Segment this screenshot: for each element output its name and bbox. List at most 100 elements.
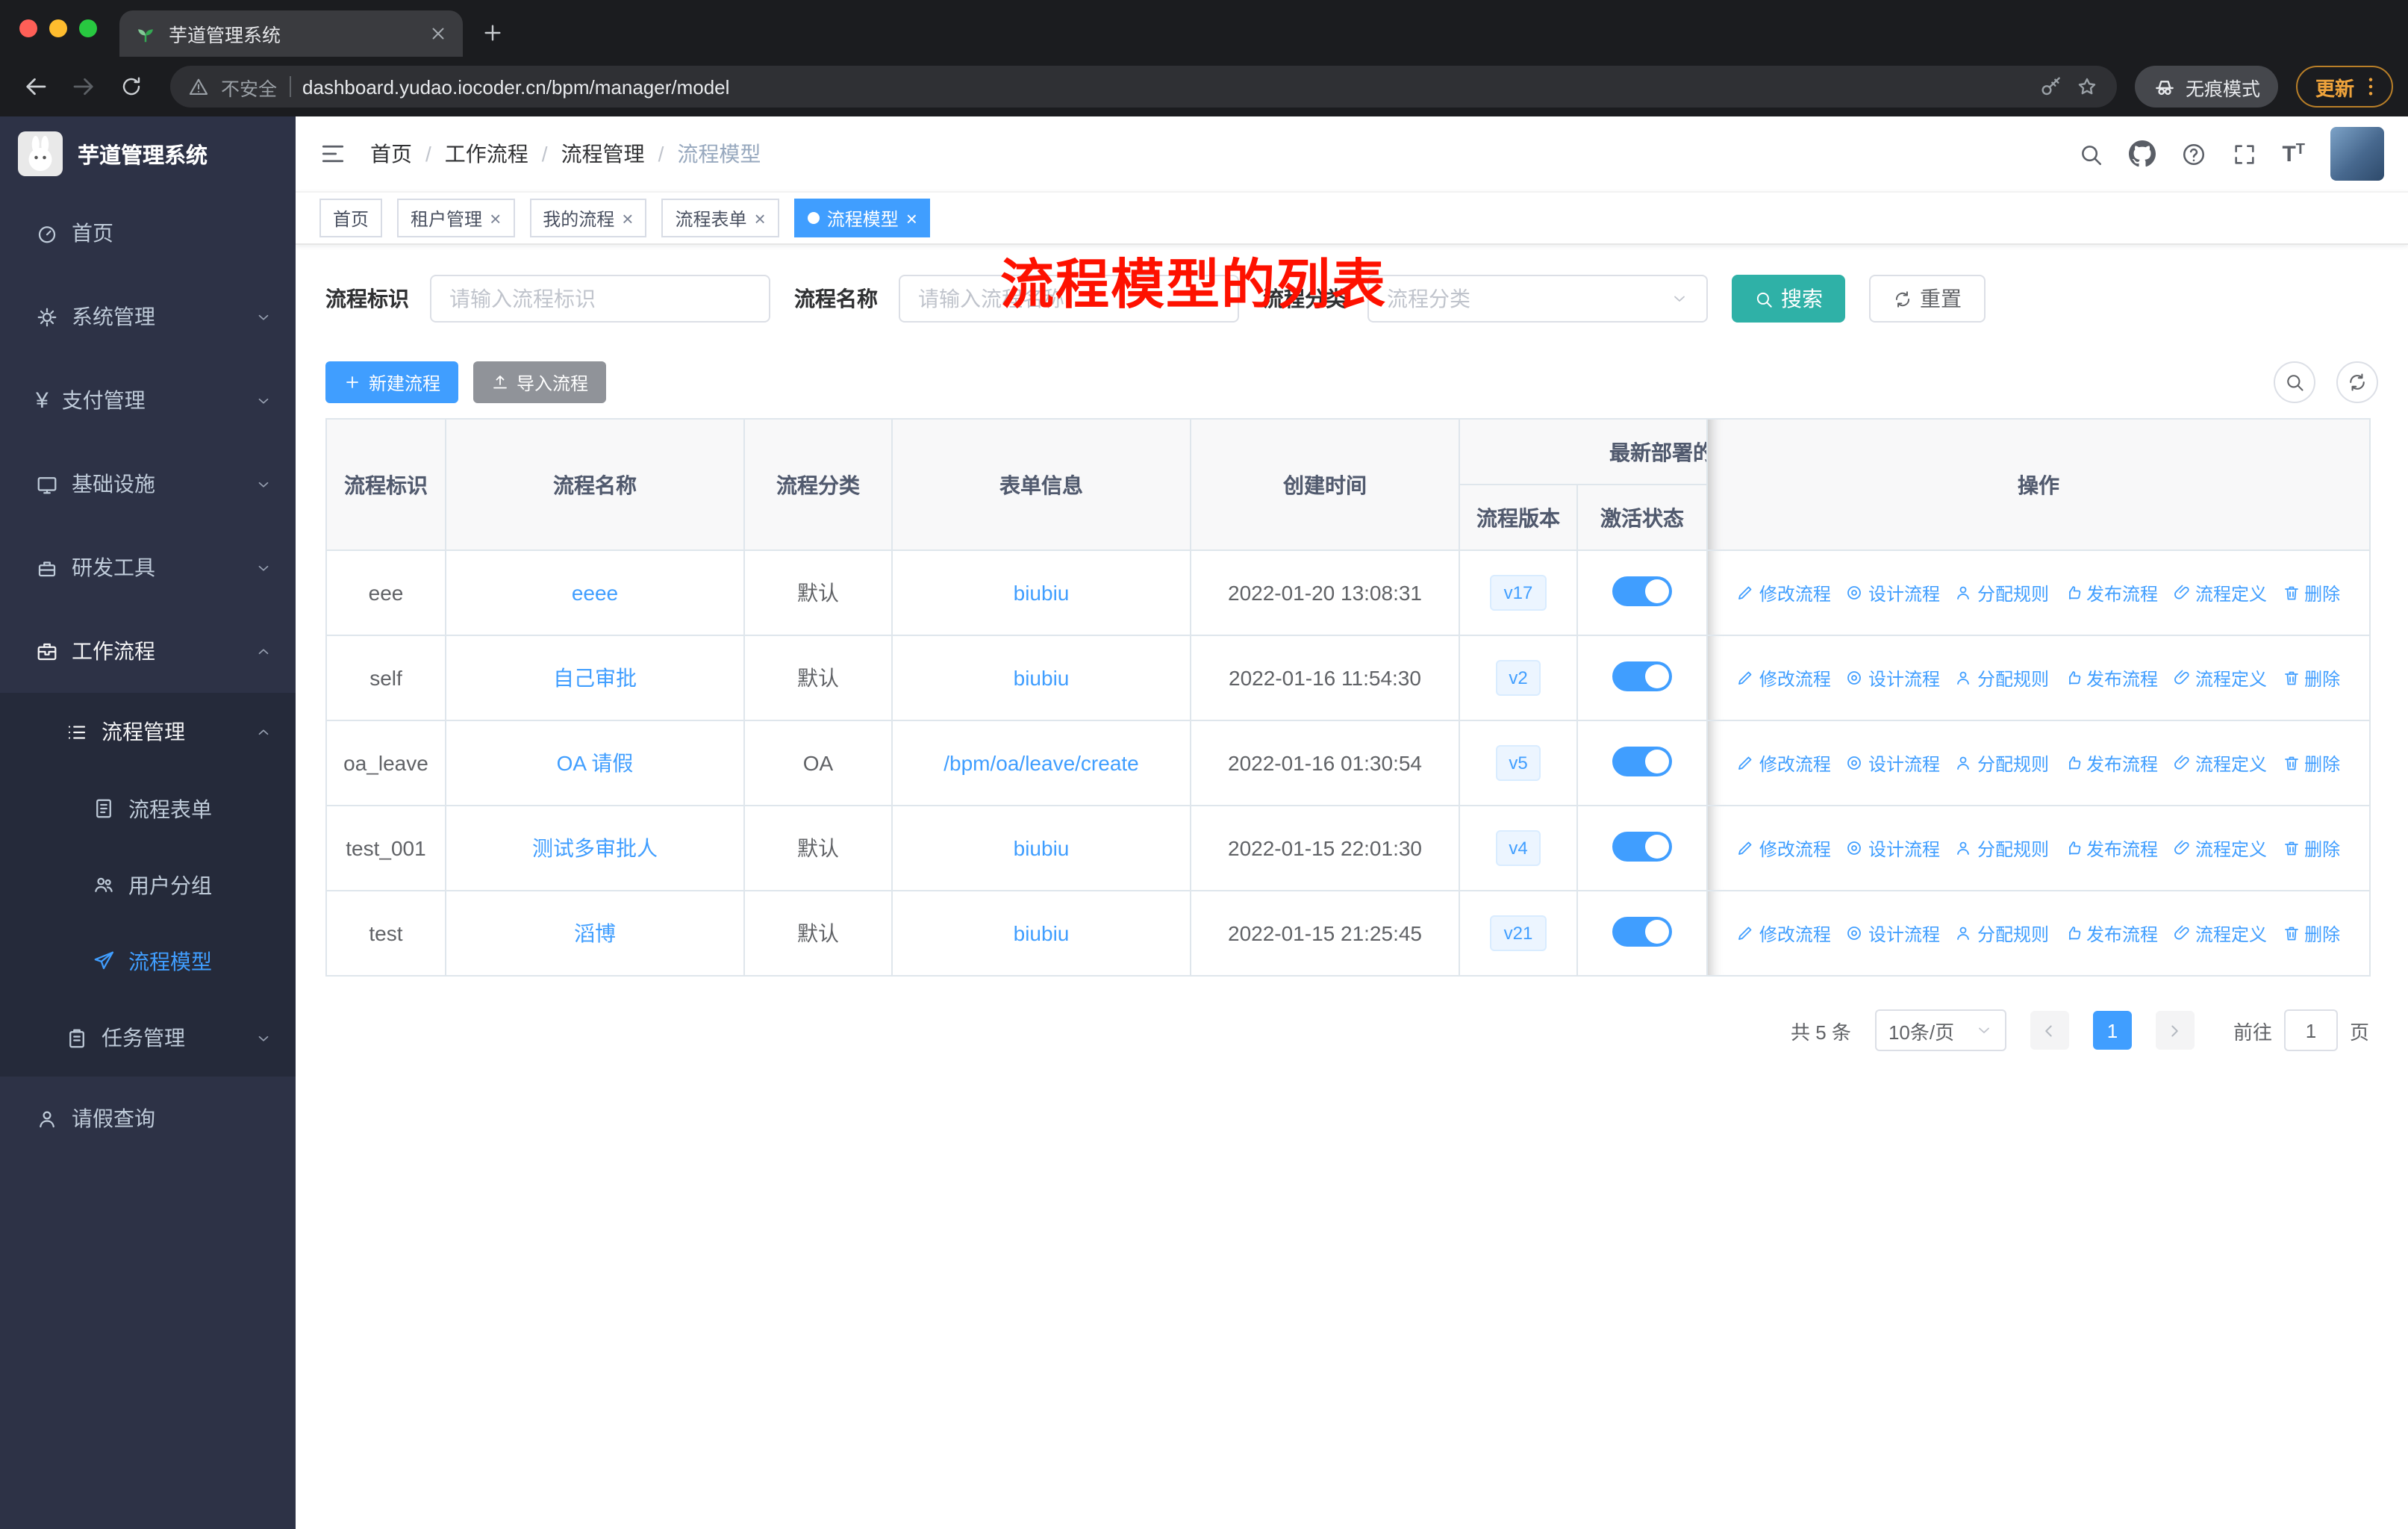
action-edit-link[interactable]: 修改流程 <box>1737 835 1831 861</box>
sidebar-item-9[interactable]: 流程模型 <box>0 923 296 999</box>
address-bar[interactable]: 不安全 dashboard.yudao.iocoder.cn/bpm/manag… <box>170 66 2117 108</box>
import-process-button[interactable]: 导入流程 <box>473 361 607 403</box>
action-trash-link[interactable]: 删除 <box>2282 835 2340 861</box>
action-paperclip-link[interactable]: 流程定义 <box>2173 921 2267 946</box>
tag-首页[interactable]: 首页 <box>319 199 383 237</box>
sidebar-item-7[interactable]: 流程表单 <box>0 770 296 847</box>
active-toggle[interactable] <box>1612 746 1672 776</box>
sidebar-item-11[interactable]: 请假查询 <box>0 1077 296 1160</box>
tag-流程模型[interactable]: 流程模型 × <box>793 199 931 237</box>
breadcrumb-home[interactable]: 首页 <box>370 139 412 169</box>
user-avatar[interactable] <box>2330 127 2384 181</box>
action-edit-link[interactable]: 修改流程 <box>1737 921 1831 946</box>
github-icon[interactable] <box>2128 140 2156 167</box>
tab-close-icon[interactable] <box>428 24 448 43</box>
breadcrumb-workflow[interactable]: 工作流程 <box>445 139 528 169</box>
update-button[interactable]: 更新 <box>2295 66 2393 108</box>
bookmark-icon[interactable] <box>2075 75 2099 99</box>
sidebar-item-0[interactable]: 首页 <box>0 191 296 275</box>
back-button[interactable] <box>15 66 57 108</box>
prev-page-button[interactable] <box>2030 1011 2069 1050</box>
security-label[interactable]: 不安全 <box>221 72 277 101</box>
process-name-link[interactable]: 测试多审批人 <box>532 836 658 860</box>
action-paperclip-link[interactable]: 流程定义 <box>2173 835 2267 861</box>
action-edit-link[interactable]: 修改流程 <box>1737 580 1831 605</box>
goto-page-input[interactable] <box>2283 1009 2338 1051</box>
action-person-link[interactable]: 分配规则 <box>1955 665 2049 691</box>
active-toggle[interactable] <box>1612 831 1672 861</box>
action-trash-link[interactable]: 删除 <box>2282 580 2340 605</box>
process-key-input[interactable] <box>430 275 770 323</box>
process-category-select[interactable]: 流程分类 <box>1367 275 1708 323</box>
page-number-1[interactable]: 1 <box>2092 1011 2132 1050</box>
action-trash-link[interactable]: 删除 <box>2282 750 2340 776</box>
search-button[interactable]: 搜索 <box>1732 275 1845 323</box>
passwords-icon[interactable] <box>2039 75 2063 99</box>
sidebar-item-3[interactable]: 基础设施 <box>0 442 296 526</box>
action-person-link[interactable]: 分配规则 <box>1955 750 2049 776</box>
breadcrumb-process-mgmt[interactable]: 流程管理 <box>561 139 645 169</box>
action-target-link[interactable]: 设计流程 <box>1846 835 1940 861</box>
refresh-table-button[interactable] <box>2336 361 2378 403</box>
sidebar-item-2[interactable]: ¥ 支付管理 <box>0 358 296 442</box>
process-name-link[interactable]: 自己审批 <box>553 666 637 690</box>
action-thumb-link[interactable]: 发布流程 <box>2064 665 2158 691</box>
form-link[interactable]: biubiu <box>1014 921 1070 945</box>
process-name-link[interactable]: 滔博 <box>574 921 616 945</box>
form-link[interactable]: biubiu <box>1014 836 1070 860</box>
zoom-window-button[interactable] <box>79 19 97 37</box>
close-icon[interactable]: × <box>622 208 633 228</box>
action-thumb-link[interactable]: 发布流程 <box>2064 835 2158 861</box>
form-link[interactable]: biubiu <box>1014 666 1070 690</box>
action-trash-link[interactable]: 删除 <box>2282 921 2340 946</box>
sidebar-item-10[interactable]: 任务管理 <box>0 999 296 1077</box>
close-icon[interactable]: × <box>755 208 766 228</box>
action-thumb-link[interactable]: 发布流程 <box>2064 921 2158 946</box>
close-window-button[interactable] <box>19 19 37 37</box>
fullscreen-icon[interactable] <box>2231 141 2256 166</box>
active-toggle[interactable] <box>1612 916 1672 946</box>
minimize-window-button[interactable] <box>49 19 67 37</box>
search-icon[interactable] <box>2077 141 2103 166</box>
action-trash-link[interactable]: 删除 <box>2282 665 2340 691</box>
sidebar-item-4[interactable]: 研发工具 <box>0 526 296 609</box>
create-process-button[interactable]: 新建流程 <box>325 361 459 403</box>
action-thumb-link[interactable]: 发布流程 <box>2064 750 2158 776</box>
sidebar-item-1[interactable]: 系统管理 <box>0 275 296 358</box>
tag-流程表单[interactable]: 流程表单 × <box>661 199 779 237</box>
action-person-link[interactable]: 分配规则 <box>1955 835 2049 861</box>
active-toggle[interactable] <box>1612 576 1672 605</box>
action-paperclip-link[interactable]: 流程定义 <box>2173 580 2267 605</box>
action-person-link[interactable]: 分配规则 <box>1955 580 2049 605</box>
action-target-link[interactable]: 设计流程 <box>1846 750 1940 776</box>
toggle-search-button[interactable] <box>2274 361 2315 403</box>
sidebar-item-5[interactable]: 工作流程 <box>0 609 296 693</box>
action-paperclip-link[interactable]: 流程定义 <box>2173 750 2267 776</box>
sidebar-item-6[interactable]: 流程管理 <box>0 693 296 770</box>
collapse-sidebar-button[interactable] <box>319 140 346 167</box>
browser-tab[interactable]: 芋道管理系统 <box>119 10 463 57</box>
next-page-button[interactable] <box>2155 1011 2195 1050</box>
process-name-link[interactable]: eeee <box>572 581 618 605</box>
page-size-select[interactable]: 10条/页 <box>1874 1009 2006 1051</box>
process-name-link[interactable]: OA 请假 <box>557 751 634 775</box>
help-icon[interactable] <box>2180 141 2206 166</box>
tag-租户管理[interactable]: 租户管理 × <box>397 199 515 237</box>
sidebar-item-8[interactable]: 用户分组 <box>0 847 296 923</box>
action-thumb-link[interactable]: 发布流程 <box>2064 580 2158 605</box>
close-icon[interactable]: × <box>490 208 501 228</box>
close-icon[interactable]: × <box>906 208 917 228</box>
menu-kebab-icon[interactable] <box>2359 75 2383 99</box>
action-target-link[interactable]: 设计流程 <box>1846 665 1940 691</box>
logo[interactable]: 芋道管理系统 <box>0 116 296 191</box>
new-tab-button[interactable] <box>481 21 505 45</box>
action-target-link[interactable]: 设计流程 <box>1846 580 1940 605</box>
form-link[interactable]: biubiu <box>1014 581 1070 605</box>
action-paperclip-link[interactable]: 流程定义 <box>2173 665 2267 691</box>
active-toggle[interactable] <box>1612 661 1672 691</box>
tag-我的流程[interactable]: 我的流程 × <box>529 199 647 237</box>
font-size-icon[interactable]: TT <box>2282 141 2305 166</box>
action-edit-link[interactable]: 修改流程 <box>1737 665 1831 691</box>
reload-button[interactable] <box>110 66 152 108</box>
reset-button[interactable]: 重置 <box>1869 275 1986 323</box>
